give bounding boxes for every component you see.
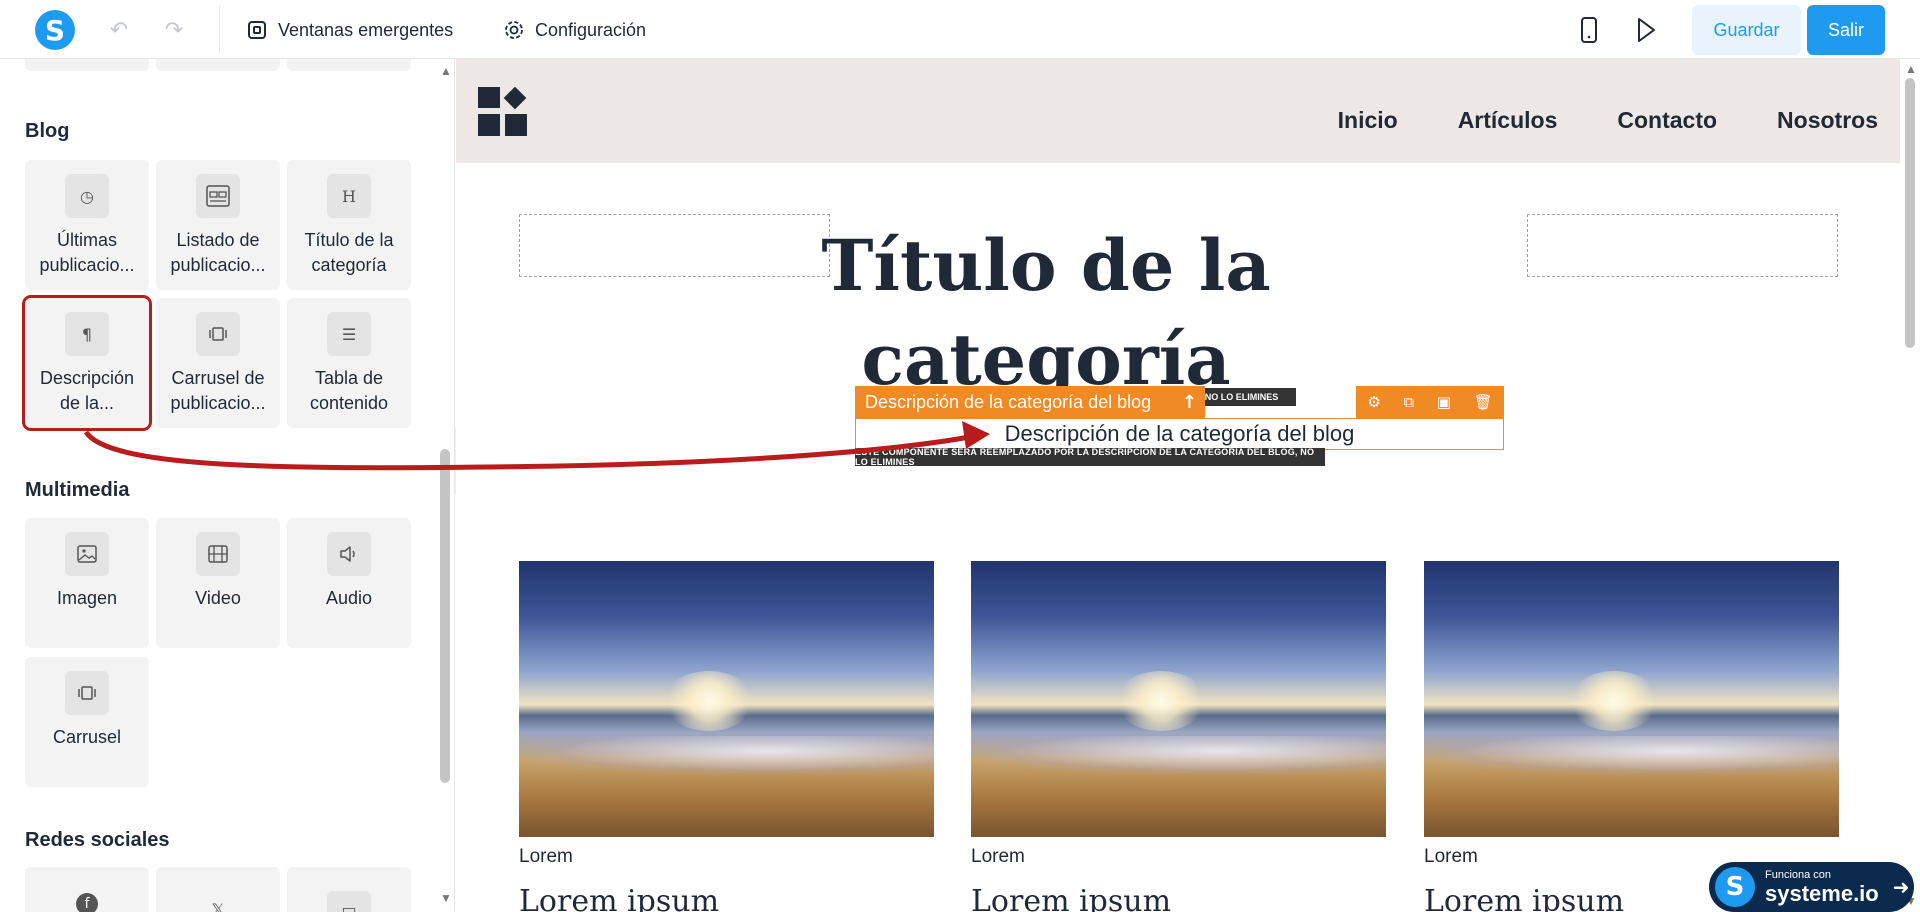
empty-block-placeholder[interactable] bbox=[1527, 214, 1838, 277]
post-card[interactable]: Lorem Lorem ipsum bbox=[971, 561, 1386, 912]
sidebar-scrollbar[interactable] bbox=[440, 449, 450, 783]
canvas-scrollbar[interactable] bbox=[1905, 78, 1915, 348]
element-video[interactable]: Video bbox=[156, 518, 280, 648]
section-title-social: Redes sociales bbox=[25, 829, 170, 851]
site-logo[interactable] bbox=[478, 86, 530, 137]
grid-list-icon bbox=[196, 174, 240, 218]
audio-icon bbox=[327, 532, 371, 576]
section-title-blog: Blog bbox=[25, 120, 70, 142]
post-category: Lorem bbox=[971, 846, 1025, 867]
message-icon: ▭ bbox=[327, 891, 371, 912]
page-canvas: Inicio Artículos Contacto Nosotros Títul… bbox=[456, 59, 1900, 912]
scroll-up-arrow[interactable]: ▲ bbox=[1905, 62, 1917, 76]
elements-sidebar: Blog ◷ Últimas publicacio... Listado de … bbox=[0, 59, 455, 912]
element-category-title[interactable]: H Título de la categoría bbox=[287, 160, 411, 290]
element-label: Últimas publicacio... bbox=[39, 230, 135, 275]
empty-block-placeholder[interactable] bbox=[519, 214, 830, 277]
heading-icon: H bbox=[327, 174, 371, 218]
scroll-down-arrow[interactable]: ▼ bbox=[440, 891, 452, 905]
nav-item-about[interactable]: Nosotros bbox=[1777, 107, 1878, 134]
selected-element-name: Descripción de la categoría del blog bbox=[865, 391, 1152, 412]
element-social-other[interactable]: ▭ bbox=[287, 867, 411, 912]
post-title: Lorem ipsum bbox=[519, 884, 720, 912]
save-button[interactable]: Guardar bbox=[1692, 5, 1801, 55]
duplicate-icon[interactable]: ⧉ bbox=[1403, 393, 1414, 411]
element-latest-posts[interactable]: ◷ Últimas publicacio... bbox=[25, 160, 149, 290]
list-icon: ☰ bbox=[327, 312, 371, 356]
carousel-icon bbox=[196, 312, 240, 356]
badge-brand-text: systeme.io bbox=[1765, 880, 1879, 906]
selected-element-label[interactable]: Descripción de la categoría del blog ↑ bbox=[855, 386, 1205, 418]
section-title-media: Multimedia bbox=[25, 479, 130, 501]
toolbar-divider bbox=[219, 6, 220, 53]
play-preview-icon[interactable] bbox=[1635, 17, 1657, 48]
move-up-arrow-icon[interactable]: ↑ bbox=[1182, 392, 1197, 413]
category-description[interactable]: Descripción de la categoría del blog bbox=[855, 421, 1504, 447]
card-stub bbox=[156, 59, 280, 71]
nav-item-home[interactable]: Inicio bbox=[1338, 107, 1398, 134]
popups-label: Ventanas emergentes bbox=[278, 19, 454, 40]
nav-item-contact[interactable]: Contacto bbox=[1617, 107, 1717, 134]
scroll-up-arrow[interactable]: ▲ bbox=[440, 64, 452, 78]
element-label: Audio bbox=[325, 588, 373, 608]
element-label: Carrusel de publicacio... bbox=[170, 368, 266, 413]
card-stub bbox=[25, 59, 149, 71]
carousel-icon bbox=[65, 671, 109, 715]
component-note-bottom: ESTE COMPONENTE SERÁ REEMPLAZADO POR LA … bbox=[855, 447, 1325, 467]
systeme-logo-icon[interactable]: S bbox=[35, 10, 75, 50]
card-stub bbox=[287, 59, 411, 71]
save-block-icon[interactable]: ▣ bbox=[1437, 393, 1451, 411]
video-icon bbox=[196, 532, 240, 576]
x-logo-icon: 𝕏 bbox=[211, 899, 225, 912]
powered-by-badge[interactable]: S Funciona con systeme.io ➜ bbox=[1709, 862, 1914, 912]
clock-icon: ◷ bbox=[65, 174, 109, 218]
site-header: Inicio Artículos Contacto Nosotros bbox=[456, 59, 1900, 163]
post-image bbox=[1424, 561, 1839, 837]
element-label: Listado de publicacio... bbox=[170, 230, 266, 275]
element-label: Imagen bbox=[56, 588, 118, 608]
element-label: Título de la categoría bbox=[304, 230, 394, 275]
badge-small-text: Funciona con bbox=[1765, 868, 1832, 881]
gear-icon bbox=[503, 19, 525, 41]
systeme-logo-icon: S bbox=[1715, 867, 1755, 907]
popup-window-icon bbox=[246, 19, 268, 41]
post-title: Lorem ipsum bbox=[971, 884, 1172, 912]
category-title[interactable]: Título de la categoría bbox=[786, 219, 1306, 407]
image-icon bbox=[65, 532, 109, 576]
element-table-of-contents[interactable]: ☰ Tabla de contenido bbox=[287, 298, 411, 428]
element-category-description[interactable]: ¶ Descripción de la... bbox=[22, 295, 152, 431]
post-card[interactable]: Lorem Lorem ipsum bbox=[1424, 561, 1839, 912]
nav-item-articles[interactable]: Artículos bbox=[1458, 107, 1558, 134]
mobile-preview-icon[interactable] bbox=[1580, 17, 1598, 48]
facebook-icon: f bbox=[76, 893, 98, 912]
paragraph-icon: ¶ bbox=[65, 312, 109, 356]
undo-icon[interactable]: ↶ bbox=[105, 16, 133, 44]
settings-button[interactable]: Configuración bbox=[503, 14, 646, 46]
popups-button[interactable]: Ventanas emergentes bbox=[246, 14, 453, 46]
trash-icon[interactable]: 🗑 bbox=[1474, 393, 1493, 411]
element-posts-carousel[interactable]: Carrusel de publicacio... bbox=[156, 298, 280, 428]
site-nav: Inicio Artículos Contacto Nosotros bbox=[1338, 107, 1878, 134]
element-carousel[interactable]: Carrusel bbox=[25, 657, 149, 787]
element-label: Descripción de la... bbox=[39, 368, 135, 413]
element-audio[interactable]: Audio bbox=[287, 518, 411, 648]
arrow-right-icon: ➜ bbox=[1892, 875, 1910, 899]
post-image bbox=[971, 561, 1386, 837]
redo-icon[interactable]: ↷ bbox=[160, 16, 188, 44]
element-label: Carrusel bbox=[52, 727, 122, 747]
element-image[interactable]: Imagen bbox=[25, 518, 149, 648]
element-facebook[interactable]: f bbox=[25, 867, 149, 912]
exit-button[interactable]: Salir bbox=[1807, 5, 1885, 55]
post-card[interactable]: Lorem Lorem ipsum bbox=[519, 561, 934, 912]
element-label: Video bbox=[195, 588, 241, 608]
settings-label: Configuración bbox=[535, 19, 647, 40]
post-image bbox=[519, 561, 934, 837]
element-x[interactable]: 𝕏 bbox=[156, 867, 280, 912]
element-toolbar: ⚙ ⧉ ▣ 🗑 bbox=[1356, 386, 1504, 418]
top-toolbar: S ↶ ↷ Ventanas emergentes Configuración … bbox=[0, 0, 1920, 59]
element-label: Tabla de contenido bbox=[309, 368, 389, 413]
gear-icon[interactable]: ⚙ bbox=[1367, 393, 1380, 411]
post-category: Lorem bbox=[519, 846, 573, 867]
element-posts-list[interactable]: Listado de publicacio... bbox=[156, 160, 280, 290]
